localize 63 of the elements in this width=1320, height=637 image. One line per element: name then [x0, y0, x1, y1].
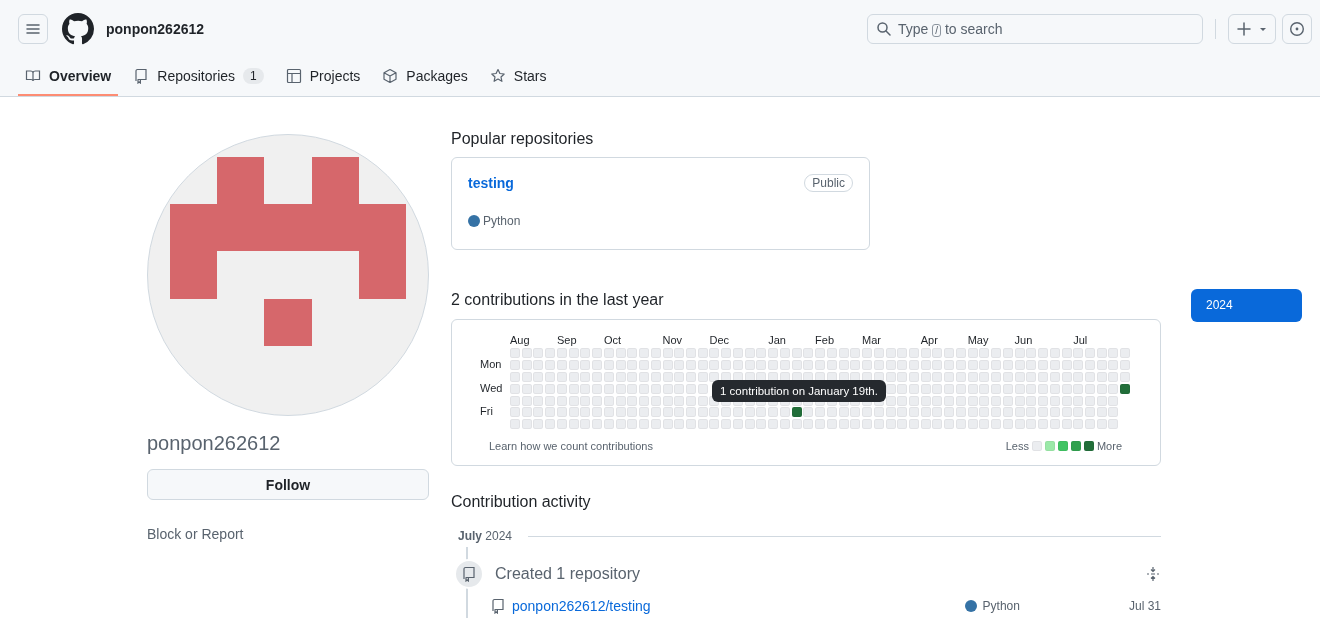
month-label: Oct	[603, 334, 621, 346]
menu-button[interactable]	[18, 14, 48, 44]
search-placeholder: Type / to search	[898, 21, 1003, 37]
month-label: Nov	[662, 334, 683, 346]
activity-month: July 2024	[458, 529, 513, 543]
legend-more-label: More	[1096, 440, 1122, 453]
octocat-logo-icon[interactable]	[62, 13, 94, 45]
profile-username: ponpon262612	[147, 432, 282, 455]
package-icon	[382, 68, 399, 84]
legend-less-label: Less	[1005, 440, 1029, 453]
repo-icon	[461, 566, 477, 582]
create-new-button[interactable]	[1228, 14, 1276, 44]
contribution-day[interactable]	[873, 371, 884, 382]
month-label: Feb	[815, 334, 835, 346]
block-report-link[interactable]: Block or Report	[147, 526, 429, 542]
search-icon	[876, 21, 892, 37]
language-name: Python	[982, 599, 1020, 613]
star-icon	[489, 68, 506, 84]
month-label: Mar	[862, 334, 881, 346]
contribution-day[interactable]	[885, 383, 896, 394]
contribution-day[interactable]	[709, 371, 720, 382]
year-link[interactable]: 2024	[1191, 289, 1302, 322]
month-label: May	[967, 334, 989, 346]
contribution-day[interactable]	[791, 407, 802, 418]
profile-tab[interactable]: Packages	[375, 58, 475, 96]
month-label: Dec	[709, 334, 730, 346]
repo-icon	[490, 598, 506, 614]
issues-button[interactable]	[1282, 14, 1312, 44]
section-heading: Popular repositories	[451, 130, 595, 148]
event-date: Jul 31	[1128, 599, 1161, 613]
repository-link[interactable]: ponpon262612/testing	[512, 598, 651, 614]
month-label: Jan	[768, 334, 786, 346]
issue-icon	[1289, 21, 1305, 37]
profile-tab[interactable]: Stars	[482, 58, 554, 96]
weekday-label: Wed	[480, 382, 503, 393]
profile-tab[interactable]: Projects	[278, 58, 368, 96]
search-field[interactable]: Type / to search	[867, 14, 1203, 44]
follow-button[interactable]: Follow	[147, 469, 429, 500]
weekday-label: Mon	[480, 358, 502, 369]
month-label: Apr	[920, 334, 938, 346]
event-title: Created 1 repository	[495, 565, 641, 583]
menu-icon	[25, 21, 41, 37]
month-label: Jun	[1014, 334, 1033, 346]
activity-heading: Contribution activity	[451, 493, 592, 511]
count-badge: 1	[243, 68, 264, 84]
weekday-label: Fri	[480, 406, 493, 417]
learn-link[interactable]: Learn how we count contributions	[489, 440, 653, 453]
collapse-icon[interactable]	[1145, 566, 1161, 582]
book-icon	[25, 68, 41, 84]
month-label: Sep	[556, 334, 577, 346]
plus-icon	[1236, 21, 1252, 37]
profile-tab[interactable]: Overview	[18, 58, 119, 96]
repo-icon	[133, 68, 150, 84]
tooltip: 1 contribution on January 19th.	[712, 380, 886, 402]
profile-tab[interactable]: Repositories 1	[126, 58, 271, 96]
repository-link[interactable]: testing	[468, 175, 514, 191]
month-label: Jul	[1073, 334, 1088, 346]
table-icon	[285, 68, 302, 84]
language-name: Python	[483, 214, 521, 228]
month-label: Aug	[510, 334, 530, 346]
contributions-heading: 2 contributions in the last year	[451, 291, 665, 309]
username-link[interactable]: ponpon262612	[106, 21, 205, 37]
contribution-day[interactable]	[1120, 383, 1131, 394]
